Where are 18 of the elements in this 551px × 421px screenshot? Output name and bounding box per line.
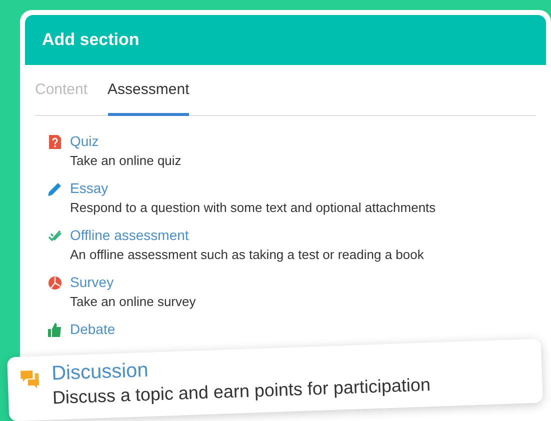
dialog-title: Add section <box>25 15 546 64</box>
checkmarks-icon <box>48 229 62 243</box>
item-description: Take an online survey <box>70 293 196 311</box>
document-icon <box>48 135 62 149</box>
item-description: An offline assessment such as taking a test or reading a book <box>70 246 424 264</box>
item-description: Take an online quiz <box>70 152 182 170</box>
item-description: Respond to a question with some text and optional attachments <box>70 199 436 217</box>
chat-bubbles-icon <box>19 368 40 389</box>
pie-chart-icon <box>48 276 62 290</box>
tab[interactable]: Assessment <box>108 78 190 116</box>
item-title[interactable]: Essay <box>70 179 436 198</box>
tab[interactable]: Content <box>35 78 88 116</box>
item-title[interactable]: Debate <box>70 320 116 339</box>
item-title[interactable]: Quiz <box>70 132 182 151</box>
thumbs-up-icon <box>48 323 62 337</box>
item-title[interactable]: Offline assessment <box>70 226 424 245</box>
pencil-icon <box>48 182 62 196</box>
item-title[interactable]: Survey <box>70 273 196 292</box>
